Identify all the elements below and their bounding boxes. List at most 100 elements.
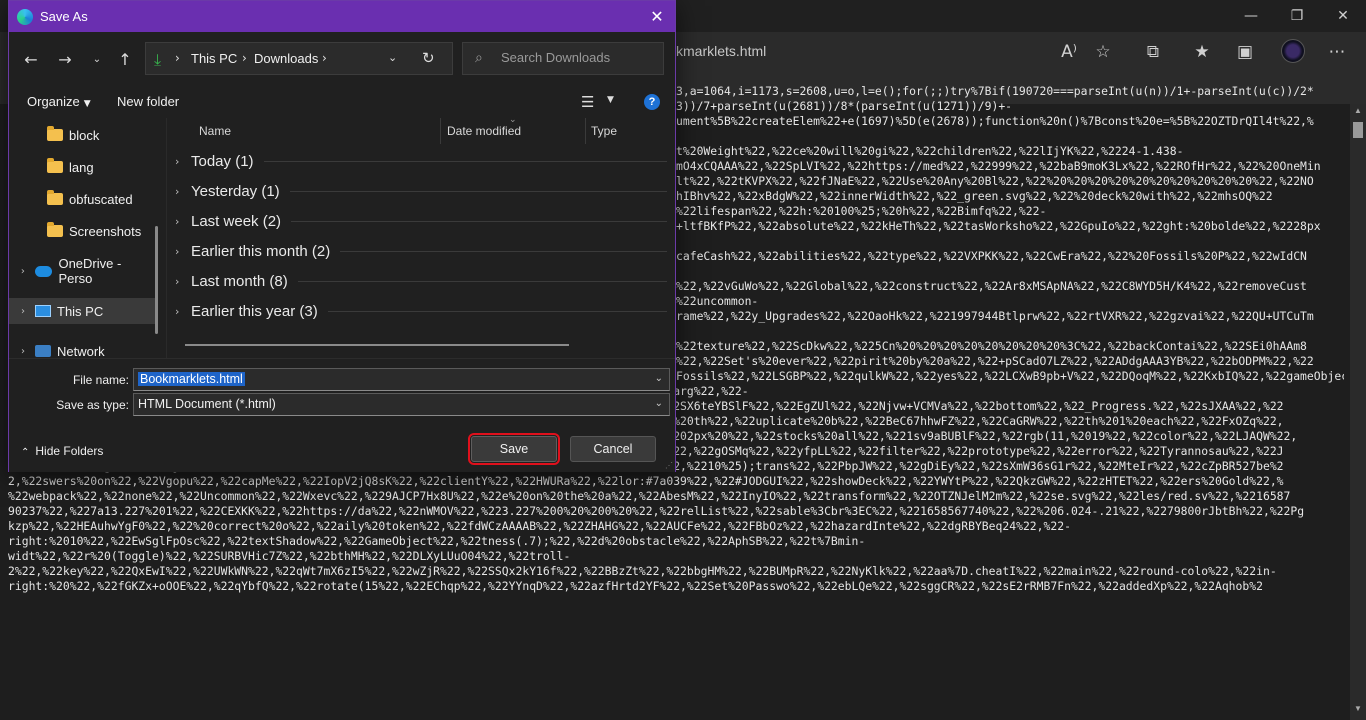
back-arrow-icon[interactable]: ← [19, 48, 43, 70]
more-icon[interactable]: ⋯ [1325, 40, 1349, 64]
folder-icon [47, 158, 63, 173]
nav-item-network[interactable]: › Network [9, 338, 157, 359]
column-header-name[interactable]: Name [199, 124, 231, 138]
resize-grip-icon[interactable]: ⋰ [665, 461, 673, 470]
breadcrumb-separator-icon[interactable]: › [175, 51, 180, 65]
nav-item-this-pc[interactable]: › This PC [9, 298, 157, 324]
collections-icon[interactable]: ▣ [1233, 40, 1257, 64]
group-header[interactable]: › Today (1) [175, 146, 667, 176]
expand-chevron-icon[interactable]: › [17, 346, 29, 357]
group-expand-icon[interactable]: › [175, 215, 191, 228]
dialog-close-icon[interactable]: ✕ [639, 1, 675, 32]
forward-arrow-icon[interactable]: → [53, 48, 77, 70]
read-aloud-icon[interactable]: A⁾ [1057, 40, 1081, 64]
dialog-titlebar[interactable]: Save As ✕ [9, 1, 675, 32]
up-arrow-icon[interactable]: ↑ [113, 48, 137, 70]
edge-logo-icon [17, 9, 33, 25]
extensions-icon[interactable]: ⧉ [1141, 40, 1165, 64]
breadcrumb-separator-icon[interactable]: › [242, 51, 247, 65]
expand-chevron-icon[interactable]: › [17, 306, 29, 317]
group-divider [327, 310, 667, 312]
column-separator[interactable] [440, 118, 441, 144]
hide-folders-label: Hide Folders [35, 444, 104, 458]
save-button[interactable]: Save [468, 433, 560, 465]
group-expand-icon[interactable]: › [175, 155, 191, 168]
recent-locations-chevron-icon[interactable]: ⌄ [85, 48, 109, 70]
save-as-dialog: Save As ✕ ← → ⌄ ↑ ⤓ › This PC › Download… [8, 0, 676, 472]
group-expand-icon[interactable]: › [175, 245, 191, 258]
group-header[interactable]: › Last month (8) [175, 266, 667, 296]
network-icon [35, 345, 51, 357]
save-as-type-label: Save as type: [56, 398, 129, 412]
nav-item-label: block [69, 127, 100, 143]
browser-address-text[interactable]: kmarklets.html [676, 43, 766, 59]
favorites-icon[interactable]: ★ [1190, 40, 1214, 64]
nav-item-onedrive[interactable]: › OneDrive - Perso [9, 256, 157, 286]
group-expand-icon[interactable]: › [175, 305, 191, 318]
group-divider [289, 190, 667, 192]
group-header[interactable]: › Yesterday (1) [175, 176, 667, 206]
group-label: Earlier this year (3) [191, 302, 318, 320]
hide-folders-toggle[interactable]: ⌃ Hide Folders [21, 444, 103, 458]
file-name-value[interactable]: Bookmarklets.html [138, 372, 245, 386]
search-input[interactable] [501, 50, 657, 65]
view-dropdown-icon[interactable]: ▼ [607, 95, 614, 105]
nav-item-label: Screenshots [69, 223, 142, 239]
favorite-add-icon[interactable]: ☆ [1091, 40, 1115, 64]
group-header[interactable]: › Last week (2) [175, 206, 667, 236]
file-name-label: File name: [72, 373, 129, 387]
refresh-icon[interactable]: ↻ [422, 49, 435, 67]
group-expand-icon[interactable]: › [175, 275, 191, 288]
group-header[interactable]: › Earlier this month (2) [175, 236, 667, 266]
window-controls: — ❐ ✕ [1228, 0, 1366, 32]
nav-pane-scrollbar[interactable] [155, 226, 158, 334]
nav-item-block[interactable]: block [9, 122, 157, 148]
profile-avatar[interactable] [1281, 39, 1305, 63]
expand-chevron-icon[interactable]: › [17, 266, 29, 277]
navigation-pane: block lang obfuscated Screenshots › OneD… [9, 118, 167, 358]
nav-item-label: lang [69, 159, 94, 175]
group-expand-icon[interactable]: › [175, 185, 191, 198]
search-icon: ⌕ [475, 50, 483, 66]
group-header[interactable]: › Earlier this year (3) [175, 296, 667, 326]
breadcrumb-this-pc[interactable]: This PC [191, 51, 237, 66]
scroll-up-icon[interactable]: ▲ [1350, 106, 1366, 120]
nav-item-lang[interactable]: lang [9, 154, 157, 180]
file-list-scrollbar[interactable] [185, 344, 569, 346]
address-bar[interactable]: ⤓ › This PC › Downloads › ⌄ ↻ [145, 42, 453, 75]
nav-item-obfuscated[interactable]: obfuscated [9, 186, 157, 212]
page-scrollbar[interactable]: ▲ ▼ [1350, 104, 1366, 720]
group-label: Last week (2) [191, 212, 282, 230]
scroll-down-icon[interactable]: ▼ [1350, 704, 1366, 718]
column-separator[interactable] [585, 118, 586, 144]
restore-icon[interactable]: ❐ [1274, 0, 1320, 32]
search-box[interactable]: ⌕ [462, 42, 664, 75]
column-header-type[interactable]: Type [591, 124, 617, 138]
close-window-icon[interactable]: ✕ [1320, 0, 1366, 32]
file-name-field[interactable]: Bookmarklets.html ⌄ [133, 368, 670, 391]
organize-button[interactable]: Organize ▼ [27, 94, 91, 109]
column-header-date-modified[interactable]: Date modified [447, 124, 521, 138]
save-as-type-value: HTML Document (*.html) [138, 397, 276, 411]
group-divider [297, 280, 667, 282]
breadcrumb-downloads[interactable]: Downloads [254, 51, 318, 66]
scroll-thumb[interactable] [1353, 122, 1363, 138]
nav-item-screenshots[interactable]: Screenshots [9, 218, 157, 244]
organize-label: Organize [27, 94, 80, 109]
cancel-button[interactable]: Cancel [570, 436, 656, 462]
dialog-title: Save As [40, 9, 88, 24]
help-icon[interactable]: ? [644, 94, 660, 110]
command-bar: Organize ▼ New folder ☰ ▼ ? [9, 86, 675, 118]
minimize-icon[interactable]: — [1228, 0, 1274, 32]
breadcrumb-separator-icon[interactable]: › [322, 51, 327, 65]
group-divider [340, 250, 667, 252]
new-folder-button[interactable]: New folder [117, 94, 179, 109]
code-line: 2%22,%22key%22,%22QxEwI%22,%22UWkWN%22,%… [8, 564, 1277, 578]
save-as-type-select[interactable]: HTML Document (*.html) ⌄ [133, 393, 670, 416]
save-as-type-dropdown-icon[interactable]: ⌄ [655, 398, 663, 409]
address-dropdown-icon[interactable]: ⌄ [388, 51, 397, 64]
view-options-icon[interactable]: ☰ [581, 93, 594, 111]
download-icon: ⤓ [154, 50, 162, 69]
dialog-footer: File name: Bookmarklets.html ⌄ Save as t… [9, 358, 675, 472]
file-name-dropdown-icon[interactable]: ⌄ [655, 373, 663, 384]
